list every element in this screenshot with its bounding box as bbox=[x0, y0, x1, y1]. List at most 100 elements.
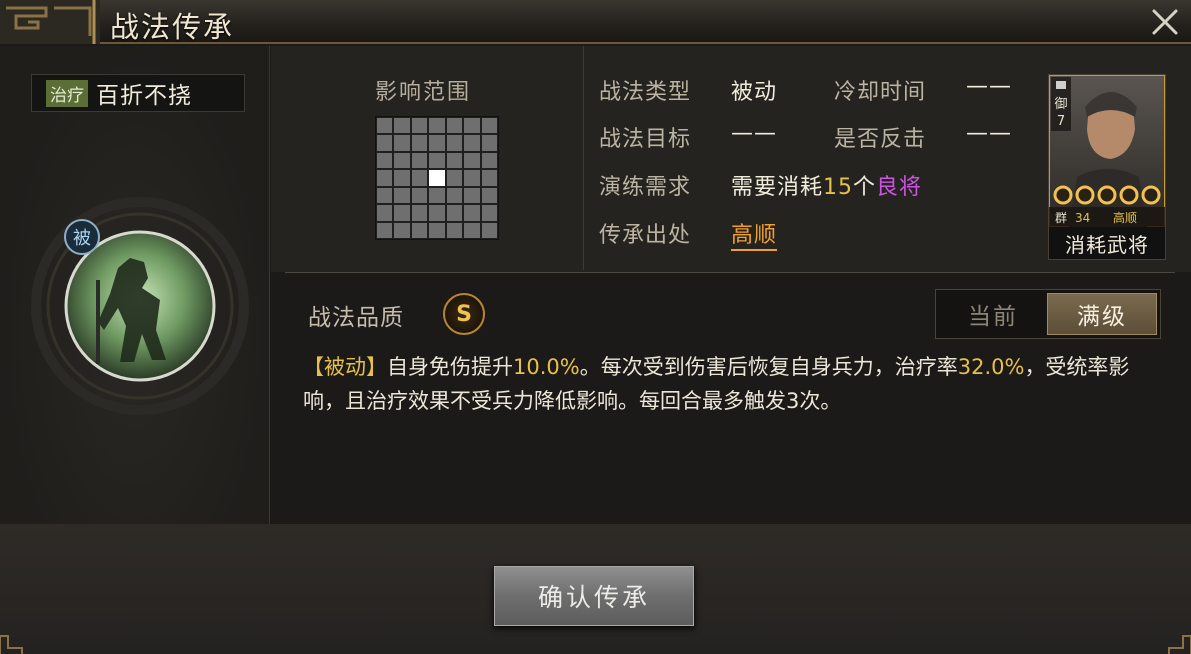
range-cell bbox=[411, 135, 428, 151]
toggle-max-button[interactable]: 满级 bbox=[1047, 293, 1157, 335]
range-cell bbox=[446, 187, 463, 204]
hero-star-icon bbox=[1097, 185, 1117, 205]
range-cell bbox=[394, 222, 410, 238]
toggle-current-button[interactable]: 当前 bbox=[939, 293, 1047, 335]
range-cell bbox=[464, 118, 480, 134]
source-hero-link[interactable]: 高顺 bbox=[731, 217, 778, 251]
info-divider bbox=[583, 46, 584, 270]
skill-name: 百折不挠 bbox=[96, 83, 192, 109]
close-button[interactable] bbox=[1149, 6, 1181, 38]
hero-faction: 群 bbox=[1055, 211, 1067, 225]
range-cell bbox=[377, 118, 393, 134]
training-count: 15 bbox=[823, 175, 854, 200]
skill-description: 【被动】自身免伤提升10.0%。每次受到伤害后恢复自身兵力，治疗率32.0%，受… bbox=[303, 350, 1143, 418]
range-title: 影响范围 bbox=[375, 80, 472, 105]
range-cell-center bbox=[429, 170, 445, 186]
range-cell bbox=[429, 205, 445, 221]
range-cell bbox=[394, 118, 410, 134]
desc-tag: 【被动】 bbox=[303, 355, 387, 379]
range-cell bbox=[446, 135, 463, 151]
range-cell bbox=[377, 222, 393, 238]
range-cell bbox=[446, 152, 463, 169]
range-cell bbox=[411, 187, 428, 204]
hero-star-icon bbox=[1075, 185, 1095, 205]
type-value: 被动 bbox=[731, 80, 778, 105]
range-cell bbox=[429, 118, 445, 134]
range-cell bbox=[377, 205, 393, 221]
training-item: 良将 bbox=[876, 175, 923, 200]
range-cell bbox=[394, 205, 410, 221]
range-cell bbox=[429, 187, 445, 204]
range-cell bbox=[481, 152, 497, 169]
source-hero-name[interactable]: 高顺 bbox=[731, 223, 778, 251]
counter-label: 是否反击 bbox=[834, 127, 927, 152]
source-label: 传承出处 bbox=[599, 223, 692, 248]
range-cell bbox=[377, 187, 393, 204]
corner-ornament-icon bbox=[0, 635, 23, 654]
desc-part-2: 。每次受到伤害后恢复自身兵力，治疗率 bbox=[579, 355, 958, 379]
hero-star-icon bbox=[1053, 185, 1073, 205]
quality-grade-badge: S bbox=[443, 293, 485, 335]
desc-part-1: 自身免伤提升 bbox=[387, 355, 513, 379]
range-cell bbox=[481, 118, 497, 134]
range-cell bbox=[411, 205, 428, 221]
hero-stars bbox=[1053, 185, 1161, 205]
training-requirement: 需要消耗15个良将 bbox=[731, 169, 922, 201]
range-cell bbox=[481, 187, 497, 204]
range-cell bbox=[481, 170, 497, 186]
target-value: —— bbox=[731, 121, 777, 146]
type-label: 战法类型 bbox=[599, 80, 692, 105]
range-cell bbox=[377, 135, 393, 151]
quality-label: 战法品质 bbox=[308, 305, 404, 331]
range-cell bbox=[464, 135, 480, 151]
range-cell bbox=[446, 205, 463, 221]
hero-portrait-icon: 御 7 群 34 高顺 bbox=[1049, 75, 1165, 227]
hero-card-caption: 消耗武将 bbox=[1065, 233, 1149, 257]
target-label: 战法目标 bbox=[599, 127, 692, 152]
range-cell bbox=[429, 135, 445, 151]
range-cell bbox=[394, 135, 410, 151]
level-toggle: 当前 满级 bbox=[935, 289, 1161, 339]
range-cell bbox=[464, 222, 480, 238]
cooldown-label: 冷却时间 bbox=[834, 80, 927, 105]
range-cell bbox=[394, 152, 410, 169]
title-bar: 战法传承 bbox=[0, 0, 1191, 44]
counter-value: —— bbox=[966, 121, 1012, 146]
corner-ornament-icon bbox=[1168, 635, 1191, 654]
training-label: 演练需求 bbox=[599, 175, 692, 200]
close-icon bbox=[1152, 9, 1178, 35]
hero-level: 34 bbox=[1075, 211, 1090, 225]
hero-type-char: 御 bbox=[1054, 97, 1067, 112]
range-cell bbox=[464, 205, 480, 221]
hero-star-icon bbox=[1141, 185, 1161, 205]
hero-cost: 7 bbox=[1057, 114, 1065, 129]
desc-value-2: 32.0% bbox=[957, 355, 1025, 379]
hero-name: 高顺 bbox=[1113, 210, 1137, 225]
skill-emblem-icon: 被 bbox=[31, 197, 249, 415]
range-cell bbox=[481, 135, 497, 151]
range-cell bbox=[464, 152, 480, 169]
range-cell bbox=[411, 170, 428, 186]
skill-info-panel: 影响范围 战法类型 被动 冷却时间 —— 战法目标 —— 是否反击 —— 演练需… bbox=[271, 46, 1191, 272]
range-cell bbox=[446, 170, 463, 186]
skill-category-tag: 治疗 bbox=[46, 79, 88, 107]
desc-value-1: 10.0% bbox=[513, 355, 580, 379]
training-unit: 个 bbox=[853, 175, 877, 200]
range-cell bbox=[446, 118, 463, 134]
skill-overview-panel: 治疗 百折不挠 被 bbox=[0, 46, 270, 524]
title-ornament-icon bbox=[0, 0, 100, 44]
range-cell bbox=[394, 187, 410, 204]
range-cell bbox=[411, 222, 428, 238]
cooldown-value: —— bbox=[966, 74, 1012, 99]
range-cell bbox=[429, 152, 445, 169]
range-cell bbox=[377, 152, 393, 169]
range-cell bbox=[481, 222, 497, 238]
range-cell bbox=[481, 205, 497, 221]
range-cell bbox=[377, 170, 393, 186]
range-cell bbox=[394, 170, 410, 186]
window-title: 战法传承 bbox=[110, 10, 235, 44]
hero-card[interactable]: 御 7 群 34 高顺 消耗武将 bbox=[1048, 74, 1166, 260]
range-grid bbox=[375, 116, 499, 240]
confirm-inherit-button[interactable]: 确认传承 bbox=[494, 566, 694, 626]
range-cell bbox=[464, 187, 480, 204]
